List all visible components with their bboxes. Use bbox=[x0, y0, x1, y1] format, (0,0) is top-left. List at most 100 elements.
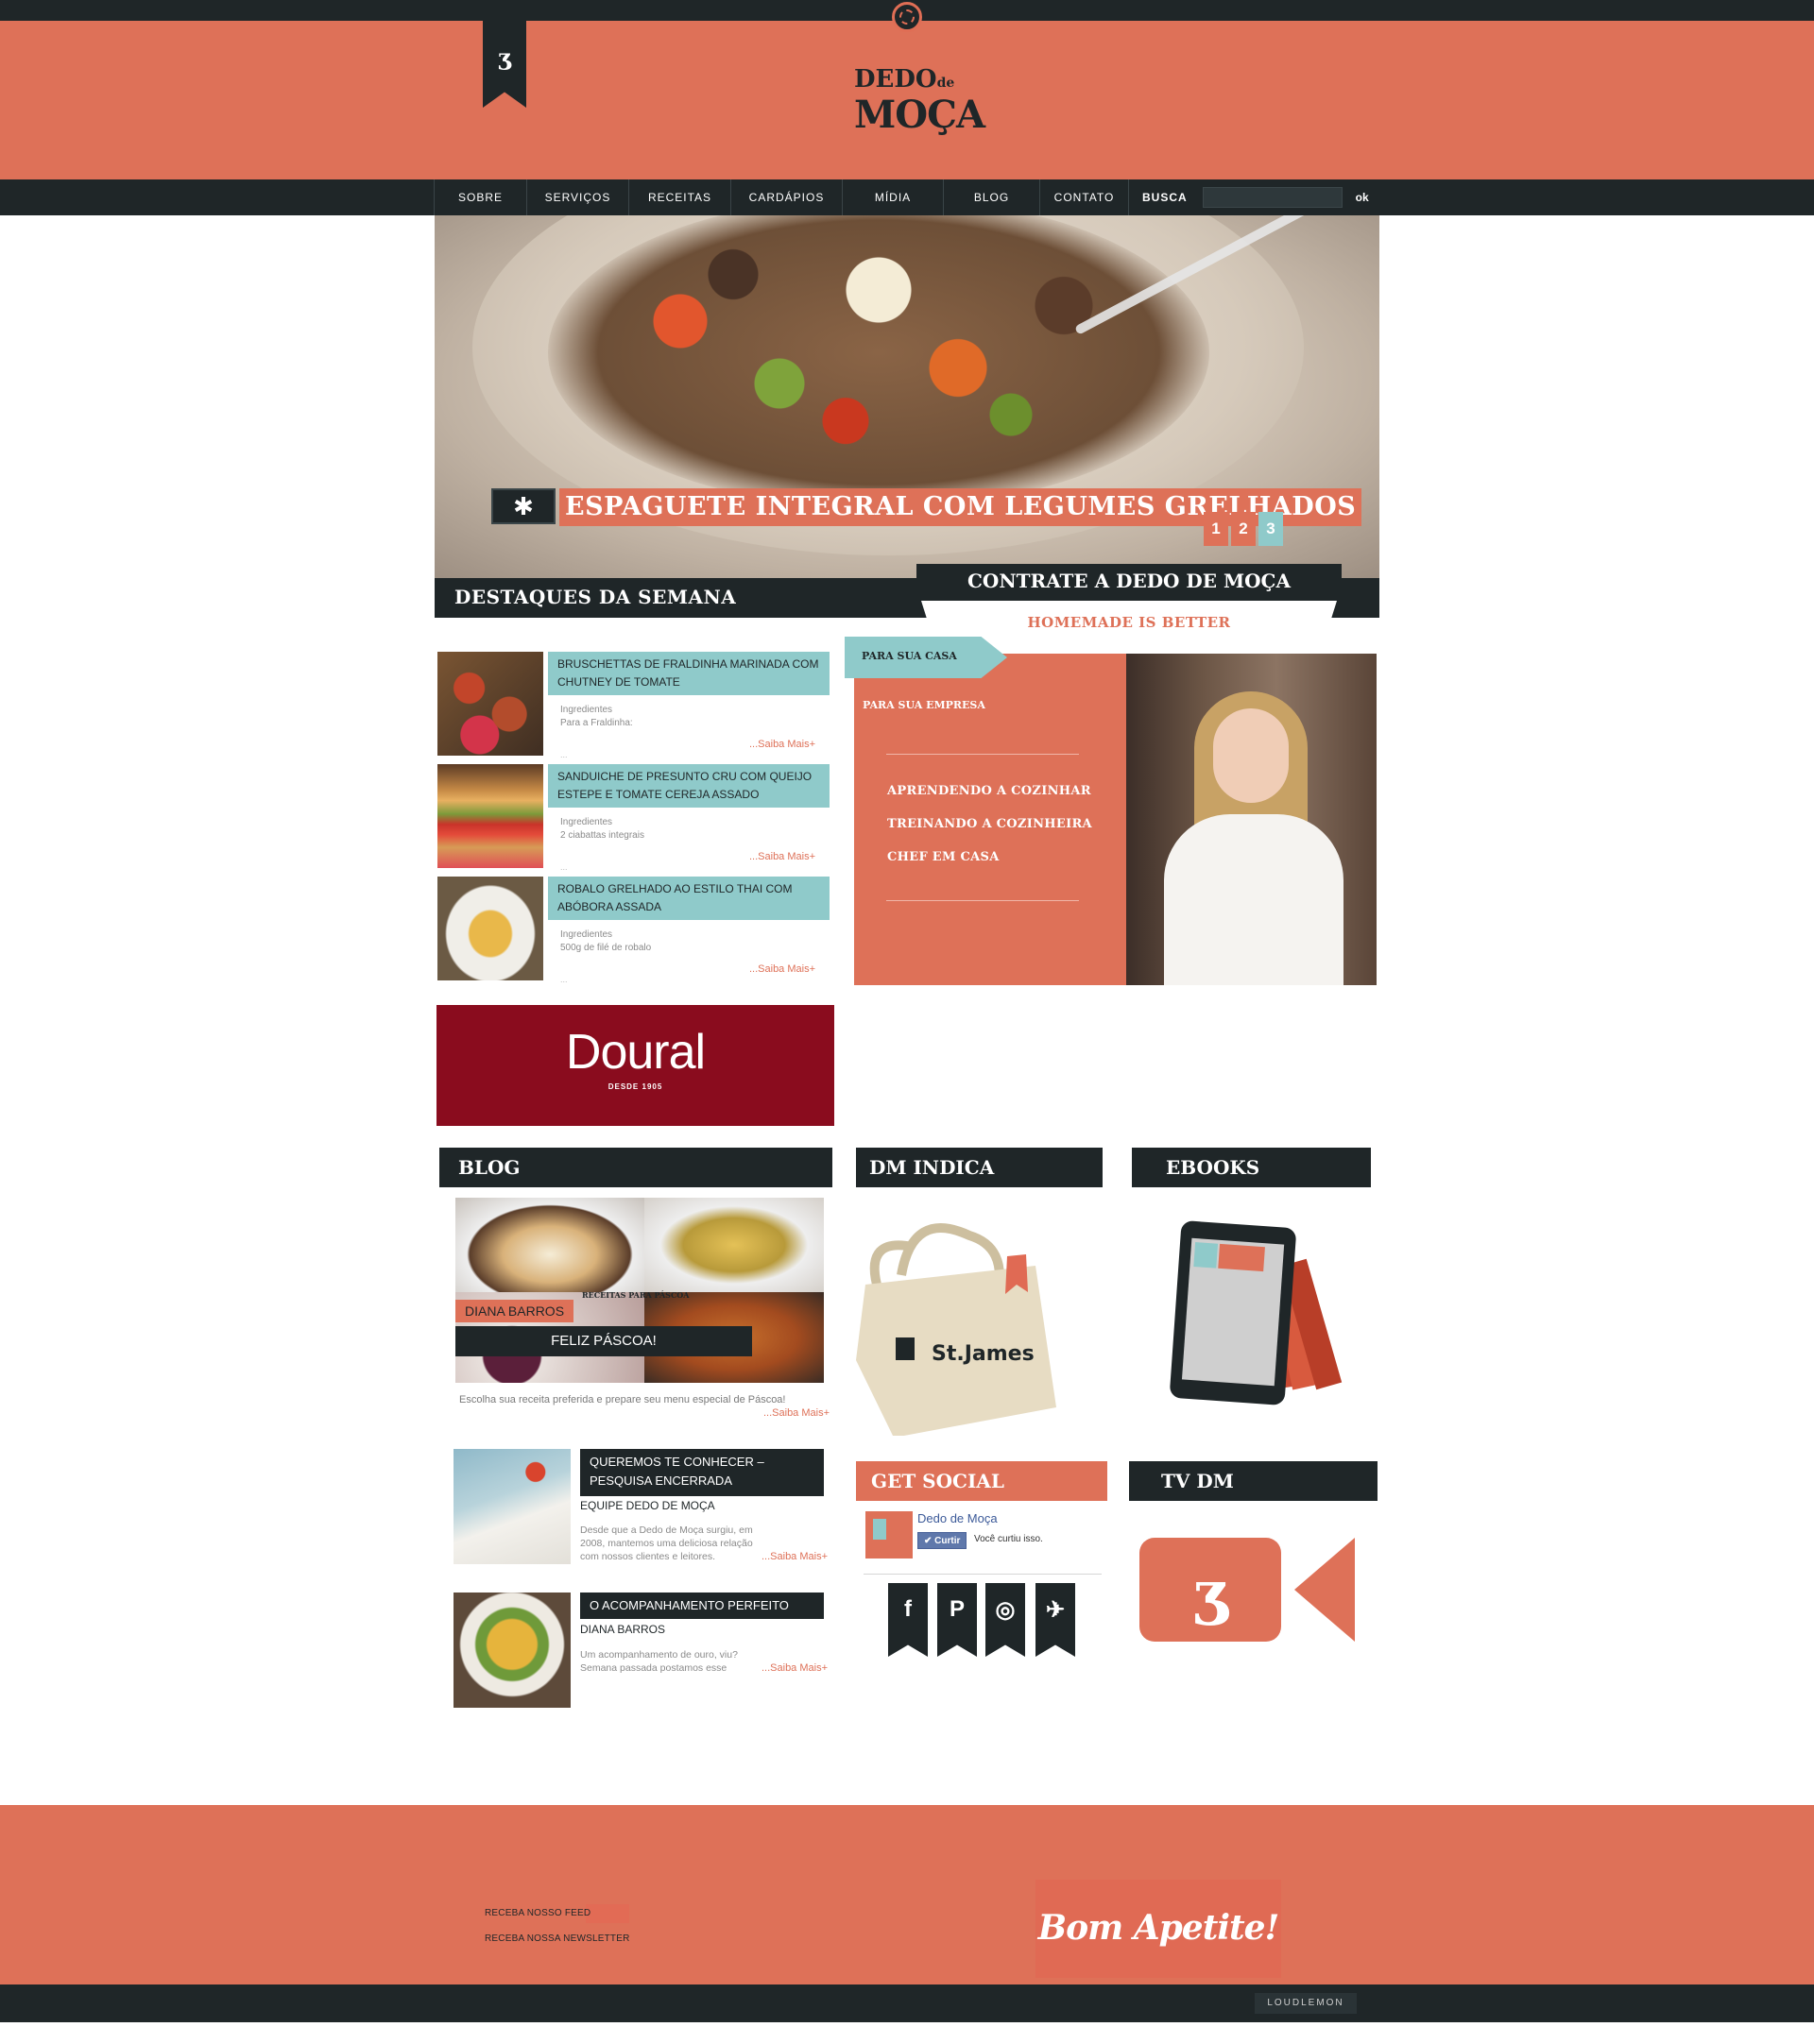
video-camera-icon[interactable]: ʒ bbox=[1139, 1530, 1359, 1647]
list-item: SANDUICHE DE PRESUNTO CRU COM QUEIJO EST… bbox=[437, 764, 832, 872]
link-treinando-a-cozinheira[interactable]: TREINANDO A COZINHEIRA bbox=[887, 817, 1092, 831]
recipe-ingredients-line: 500g de filé de robalo bbox=[560, 943, 652, 953]
link-aprendendo-a-cozinhar[interactable]: APRENDENDO A COZINHAR bbox=[887, 784, 1091, 798]
list-item: ROBALO GRELHADO AO ESTILO THAI COM ABÓBO… bbox=[437, 877, 832, 984]
hero-page-2[interactable]: 2 bbox=[1231, 512, 1256, 546]
post-thumbnail[interactable] bbox=[454, 1593, 571, 1708]
author-tag: DIANA BARROS bbox=[455, 1300, 574, 1322]
post-thumbnail[interactable] bbox=[454, 1449, 571, 1564]
footer-feed-link[interactable]: RECEBA NOSSO FEED bbox=[485, 1908, 590, 1918]
saiba-mais-link[interactable]: ...Saiba Mais+ bbox=[762, 1551, 828, 1562]
recipe-ingredients-line: 2 ciabattas integrais bbox=[560, 830, 644, 841]
tab-para-sua-casa[interactable]: PARA SUA CASA bbox=[845, 637, 1007, 678]
blog-feature-title[interactable]: FELIZ PÁSCOA! bbox=[455, 1326, 752, 1356]
collage-tile bbox=[455, 1198, 644, 1292]
search-label: BUSCA bbox=[1142, 191, 1188, 204]
recipe-thumbnail[interactable] bbox=[437, 652, 543, 756]
recipe-ingredients: Ingredientes Para a Fraldinha: bbox=[560, 704, 633, 730]
chef-face bbox=[1213, 708, 1289, 803]
footer-newsletter-link[interactable]: RECEBA NOSSA NEWSLETTER bbox=[485, 1933, 630, 1944]
recipe-ingredients-label: Ingredientes bbox=[560, 705, 613, 715]
divider bbox=[886, 754, 1079, 755]
recipe-ingredients-line: Para a Fraldinha: bbox=[560, 718, 633, 728]
tote-bag-image[interactable]: St.James bbox=[856, 1218, 1056, 1436]
saiba-mais-link[interactable]: ...Saiba Mais+ bbox=[763, 1407, 830, 1419]
recipe-ellipsis: ... bbox=[560, 750, 568, 759]
bottom-bar bbox=[0, 1984, 1814, 2022]
footer-slogan: Bom Apetite! bbox=[1037, 1908, 1280, 1948]
hero-page-3[interactable]: 3 bbox=[1258, 512, 1283, 546]
nav-contato[interactable]: CONTATO bbox=[1040, 179, 1129, 215]
recipe-title[interactable]: BRUSCHETTAS DE FRALDINHA MARINADA COM CH… bbox=[548, 652, 830, 695]
fb-page-avatar[interactable] bbox=[865, 1511, 913, 1559]
credit-link[interactable]: LOUDLEMON bbox=[1255, 1993, 1357, 2014]
bag-brand: St.James bbox=[932, 1342, 1035, 1366]
link-chef-em-casa[interactable]: CHEF EM CASA bbox=[887, 850, 1000, 864]
logo-word-de: de bbox=[936, 76, 955, 91]
pinterest-icon[interactable]: P bbox=[937, 1583, 977, 1657]
saiba-mais-link[interactable]: ...Saiba Mais+ bbox=[749, 963, 815, 975]
logo-word-moca: MOÇA bbox=[854, 93, 985, 137]
saiba-mais-link[interactable]: ...Saiba Mais+ bbox=[762, 1662, 828, 1674]
post-title[interactable]: QUEREMOS TE CONHECER – PESQUISA ENCERRAD… bbox=[580, 1449, 824, 1496]
site-logo[interactable]: DEDOde MOÇA bbox=[854, 65, 985, 151]
logo-word-dedo: DEDO bbox=[854, 65, 937, 94]
recipe-ingredients: Ingredientes 500g de filé de robalo bbox=[560, 928, 651, 955]
clock-badge-icon bbox=[892, 2, 922, 32]
hero-page-1[interactable]: 1 bbox=[1204, 512, 1228, 546]
ad-brand-name: Doural bbox=[565, 1025, 706, 1080]
saiba-mais-link[interactable]: ...Saiba Mais+ bbox=[749, 739, 815, 750]
blog-header: BLOG bbox=[439, 1148, 832, 1187]
post-excerpt: Desde que a Dedo de Moça surgiu, em 2008… bbox=[580, 1524, 753, 1562]
post-author: DIANA BARROS bbox=[580, 1623, 666, 1636]
search-input[interactable] bbox=[1202, 187, 1343, 208]
instagram-icon[interactable]: ◎ bbox=[985, 1583, 1025, 1657]
ad-since: DESDE 1905 bbox=[608, 1082, 663, 1091]
tab-para-sua-empresa[interactable]: PARA SUA EMPRESA bbox=[863, 699, 985, 711]
chef-photo bbox=[1126, 654, 1377, 985]
fb-liked-text: Você curtiu isso. bbox=[974, 1534, 1043, 1544]
doural-ad-banner[interactable]: Doural DESDE 1905 bbox=[436, 1005, 834, 1126]
facebook-icon[interactable]: f bbox=[888, 1583, 928, 1657]
recipe-ingredients: Ingredientes 2 ciabattas integrais bbox=[560, 816, 644, 843]
divider bbox=[886, 900, 1079, 901]
recipe-ellipsis: ... bbox=[560, 975, 568, 984]
twitter-icon[interactable]: ✈ bbox=[1035, 1583, 1075, 1657]
footer bbox=[0, 1805, 1814, 1984]
nav-cardapios[interactable]: CARDÁPIOS bbox=[731, 179, 843, 215]
post-title[interactable]: O ACOMPANHAMENTO PERFEITO bbox=[580, 1593, 824, 1619]
divider bbox=[864, 1574, 1102, 1575]
nav-receitas[interactable]: RECEITAS bbox=[629, 179, 731, 215]
recipe-ellipsis: ... bbox=[560, 862, 568, 872]
shield-icon bbox=[896, 1337, 915, 1360]
ebooks-header: EBOOKS bbox=[1132, 1148, 1371, 1187]
destaques-title: DESTAQUES DA SEMANA bbox=[454, 586, 737, 608]
recipe-thumbnail[interactable] bbox=[437, 877, 543, 980]
fb-like-button[interactable]: ✔ Curtir bbox=[917, 1532, 967, 1549]
contrate-title: CONTRATE A DEDO DE MOÇA bbox=[967, 570, 1291, 592]
nav-servicos[interactable]: SERVIÇOS bbox=[527, 179, 629, 215]
get-social-header: GET SOCIAL bbox=[856, 1461, 1107, 1501]
search-ok-button[interactable]: ok bbox=[1356, 191, 1369, 204]
hero-pagination: 1 2 3 bbox=[1204, 512, 1283, 546]
blog-feature-excerpt: Escolha sua receita preferida e prepare … bbox=[459, 1394, 786, 1405]
collage-tile bbox=[644, 1198, 824, 1292]
collage-caption: RECEITAS PARA PÁSCOA bbox=[582, 1290, 690, 1300]
hero-star-icon: ✱ bbox=[491, 488, 556, 524]
chef-coat bbox=[1164, 814, 1343, 985]
nav-midia[interactable]: MÍDIA bbox=[843, 179, 944, 215]
tagline: HOMEMADE IS BETTER bbox=[1027, 614, 1231, 631]
recipe-title[interactable]: SANDUICHE DE PRESUNTO CRU COM QUEIJO EST… bbox=[548, 764, 830, 808]
recipe-thumbnail[interactable] bbox=[437, 764, 543, 868]
ebook-image[interactable] bbox=[1147, 1218, 1370, 1407]
fb-page-name[interactable]: Dedo de Moça bbox=[917, 1511, 998, 1525]
post-excerpt: Um acompanhamento de ouro, viu? Semana p… bbox=[580, 1649, 738, 1674]
main-nav: SOBRE SERVIÇOS RECEITAS CARDÁPIOS MÍDIA … bbox=[0, 179, 1814, 215]
recipe-ingredients-label: Ingredientes bbox=[560, 929, 613, 940]
nav-blog[interactable]: BLOG bbox=[944, 179, 1040, 215]
feed-highlight bbox=[586, 1904, 629, 1923]
saiba-mais-link[interactable]: ...Saiba Mais+ bbox=[749, 851, 815, 862]
recipe-title[interactable]: ROBALO GRELHADO AO ESTILO THAI COM ABÓBO… bbox=[548, 877, 830, 920]
nav-sobre[interactable]: SOBRE bbox=[434, 179, 527, 215]
dm-indica-header: DM INDICA bbox=[856, 1148, 1103, 1187]
